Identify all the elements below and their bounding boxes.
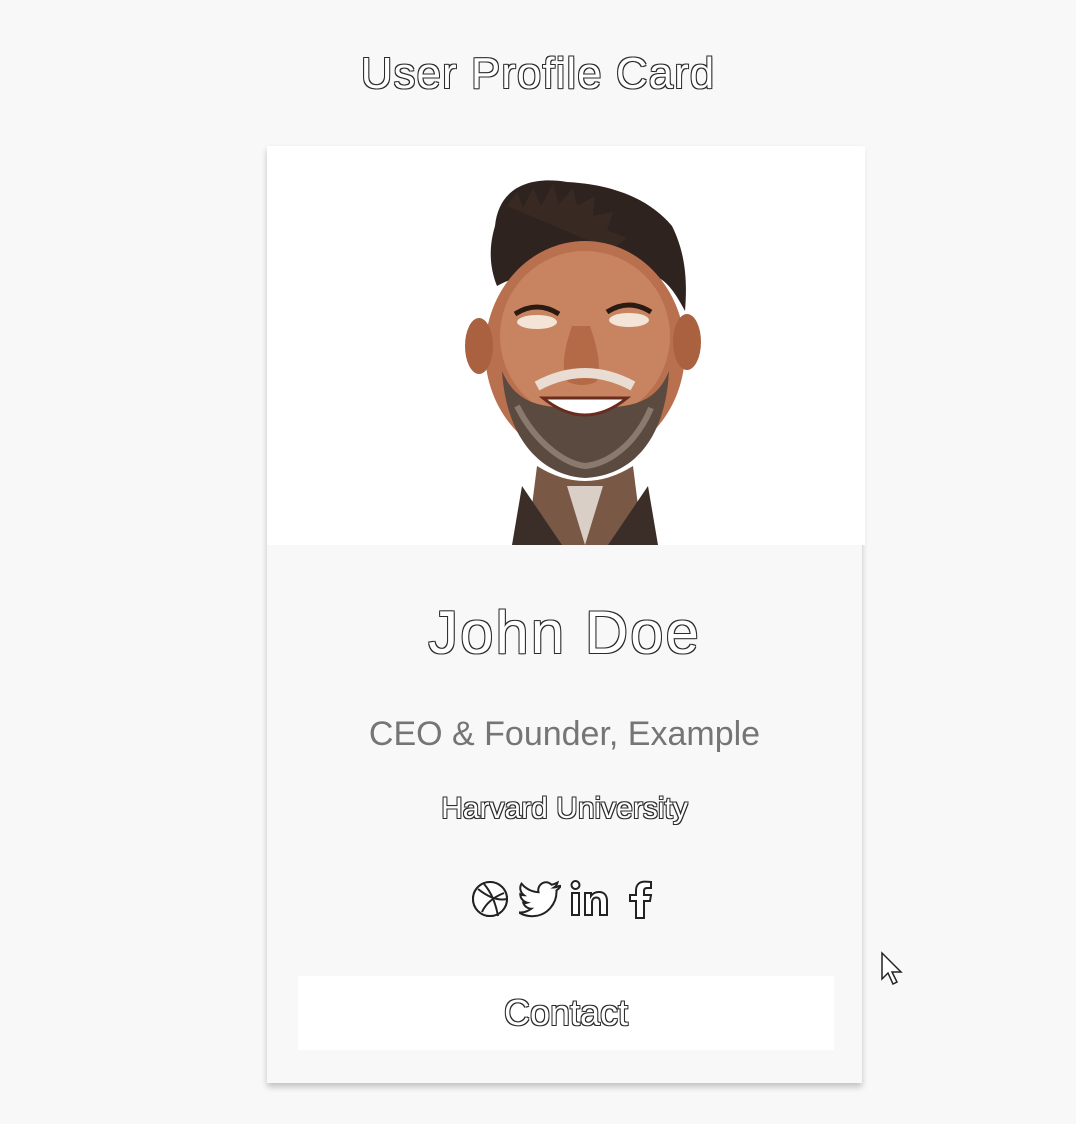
page: User Profile Card John Doe CEO & Founder…: [0, 0, 1076, 1124]
linkedin-icon[interactable]: [569, 878, 611, 920]
profile-photo: [267, 146, 865, 545]
page-title: User Profile Card: [360, 49, 716, 98]
contact-button[interactable]: Contact: [298, 976, 834, 1050]
profile-photo-image: [465, 180, 701, 545]
dribbble-icon[interactable]: [469, 878, 511, 920]
facebook-icon[interactable]: [619, 878, 661, 920]
twitter-icon[interactable]: [518, 878, 561, 920]
profile-school: Harvard University: [441, 792, 688, 825]
profile-name: John Doe: [428, 599, 701, 666]
mouse-cursor-icon: [881, 951, 903, 986]
profile-role: CEO & Founder, Example: [368, 715, 761, 753]
profile-card: John Doe CEO & Founder, Example Harvard …: [267, 146, 865, 1083]
social-links: [267, 876, 862, 922]
